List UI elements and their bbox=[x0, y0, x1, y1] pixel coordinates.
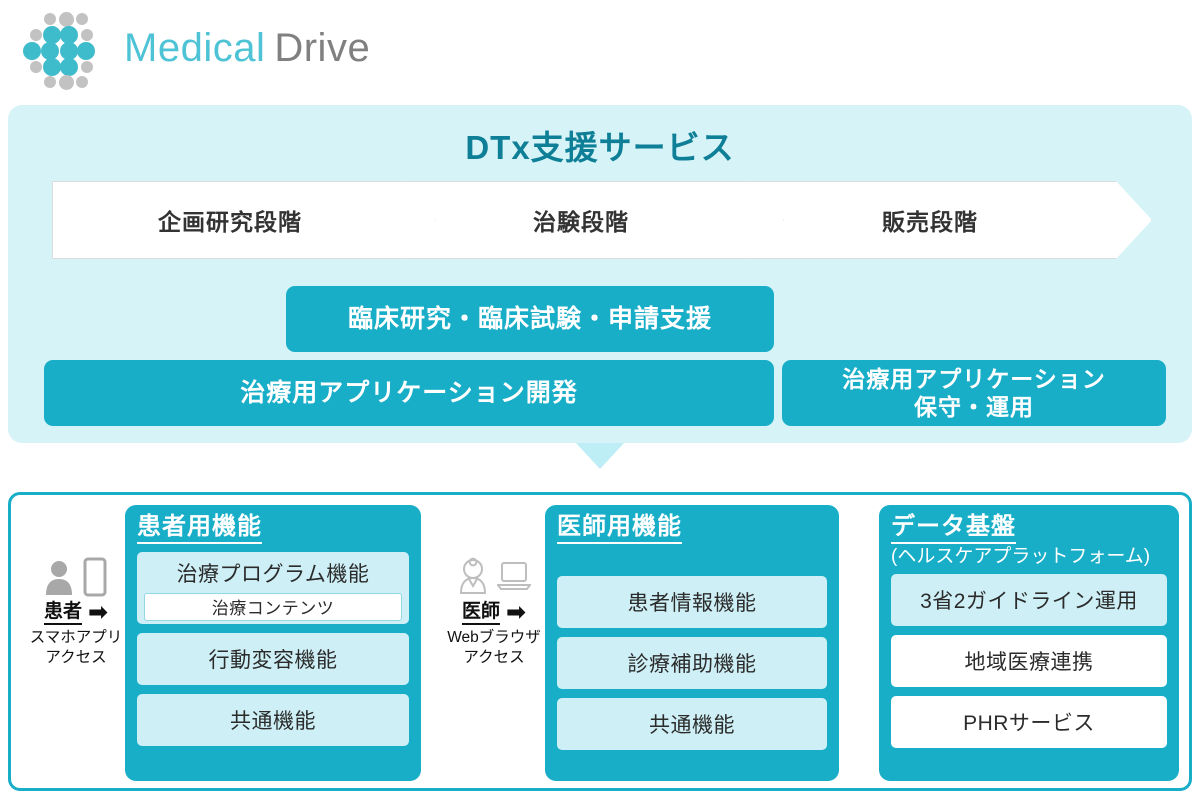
logo-word-primary: Medical bbox=[124, 25, 266, 70]
actor-doctor-role-row: 医師 ➡ bbox=[435, 601, 553, 625]
logo-wordmark: Medical Drive bbox=[124, 26, 370, 71]
dtx-service-band: DTx支援サービス 企画研究段階 治験段階 販売段階 臨床研究・臨床試験・申請支… bbox=[8, 105, 1192, 443]
smartphone-icon bbox=[83, 557, 107, 597]
stage-flow: 企画研究段階 治験段階 販売段階 bbox=[52, 181, 1152, 259]
logo-dot-grid-icon bbox=[22, 8, 106, 90]
person-icon bbox=[46, 561, 72, 595]
actor-doctor-icons bbox=[435, 547, 553, 597]
group-data-items: 3省2ガイドライン運用 地域医療連携 PHRサービス bbox=[891, 573, 1167, 748]
laptop-icon bbox=[497, 562, 531, 590]
actor-patient-role: 患者 bbox=[43, 601, 82, 625]
service-box-maintenance[interactable]: 治療用アプリケーション 保守・運用 bbox=[782, 360, 1166, 426]
patient-item-nested-content[interactable]: 治療コンテンツ bbox=[144, 592, 402, 621]
list-item[interactable]: 行動変容機能 bbox=[137, 632, 409, 685]
patient-item-label-0: 治療プログラム機能 bbox=[176, 562, 370, 586]
actor-patient-access: スマホアプリ アクセス bbox=[29, 629, 123, 666]
logo-dot bbox=[23, 42, 41, 60]
actor-patient-icons bbox=[17, 547, 135, 597]
logo-dot bbox=[44, 13, 56, 25]
doctor-icon bbox=[459, 557, 487, 594]
stage-label-trial: 治験段階 bbox=[533, 209, 629, 235]
group-data-title: データ基盤 bbox=[891, 513, 1016, 544]
platform-panel: 患者 ➡ スマホアプリ アクセス 医師 ➡ Webブラウザ アクセス 患者用機能… bbox=[8, 492, 1192, 791]
group-doctor-title: 医師用機能 bbox=[557, 513, 682, 544]
logo-dot bbox=[30, 61, 42, 73]
actor-doctor: 医師 ➡ Webブラウザ アクセス bbox=[435, 547, 553, 667]
logo-dot bbox=[81, 61, 93, 73]
logo-dot bbox=[58, 11, 74, 27]
logo-dot bbox=[43, 58, 61, 76]
service-box-development[interactable]: 治療用アプリケーション開発 bbox=[44, 360, 774, 426]
group-patient-title: 患者用機能 bbox=[137, 513, 262, 544]
brand-logo: Medical Drive bbox=[22, 8, 370, 90]
flow-down-arrow-icon bbox=[576, 443, 624, 469]
list-item[interactable]: 共通機能 bbox=[137, 693, 409, 746]
logo-dot bbox=[76, 76, 88, 88]
logo-dot bbox=[60, 58, 78, 76]
logo-dot bbox=[30, 29, 42, 41]
logo-word-secondary: Drive bbox=[274, 25, 371, 70]
list-item[interactable]: 患者情報機能 bbox=[557, 575, 827, 628]
group-patient-items: 治療プログラム機能 治療コンテンツ 行動変容機能 共通機能 bbox=[137, 551, 409, 746]
stage-label-sales: 販売段階 bbox=[882, 209, 978, 235]
group-doctor-items: 患者情報機能 診療補助機能 共通機能 bbox=[557, 575, 827, 750]
logo-dot bbox=[81, 29, 93, 41]
stage-chevron-planning[interactable]: 企画研究段階 bbox=[52, 181, 436, 259]
list-item[interactable]: 3省2ガイドライン運用 bbox=[891, 573, 1167, 626]
actor-doctor-access: Webブラウザ アクセス bbox=[447, 629, 541, 666]
list-item[interactable]: 地域医療連携 bbox=[891, 634, 1167, 687]
logo-dot bbox=[76, 13, 88, 25]
service-box-maintenance-label: 治療用アプリケーション 保守・運用 bbox=[842, 365, 1106, 420]
stage-label-planning: 企画研究段階 bbox=[158, 209, 302, 235]
actor-patient: 患者 ➡ スマホアプリ アクセス bbox=[17, 547, 135, 667]
band-title: DTx支援サービス bbox=[465, 129, 735, 166]
list-item[interactable]: 共通機能 bbox=[557, 697, 827, 750]
group-doctor-functions: 医師用機能 患者情報機能 診療補助機能 共通機能 bbox=[545, 505, 839, 781]
patient-arrow-icon: ➡ bbox=[87, 599, 109, 626]
actor-patient-role-row: 患者 ➡ bbox=[17, 601, 135, 625]
group-patient-functions: 患者用機能 治療プログラム機能 治療コンテンツ 行動変容機能 共通機能 bbox=[125, 505, 421, 781]
logo-dot bbox=[58, 74, 74, 90]
diagram-page: Medical Drive DTx支援サービス 企画研究段階 治験段階 販売段階 … bbox=[0, 0, 1200, 799]
group-data-subtitle: (ヘルスケアプラットフォーム) bbox=[891, 545, 1151, 567]
group-data-platform: データ基盤 (ヘルスケアプラットフォーム) 3省2ガイドライン運用 地域医療連携… bbox=[879, 505, 1179, 781]
logo-dot bbox=[44, 76, 56, 88]
list-item[interactable]: 治療プログラム機能 治療コンテンツ bbox=[137, 551, 409, 624]
logo-dot bbox=[77, 42, 95, 60]
actor-doctor-role: 医師 bbox=[461, 601, 500, 625]
list-item[interactable]: PHRサービス bbox=[891, 695, 1167, 748]
doctor-arrow-icon: ➡ bbox=[505, 599, 527, 626]
list-item[interactable]: 診療補助機能 bbox=[557, 636, 827, 689]
service-box-support[interactable]: 臨床研究・臨床試験・申請支援 bbox=[286, 286, 774, 352]
stage-chevron-trial[interactable]: 治験段階 bbox=[400, 181, 784, 259]
stage-chevron-sales[interactable]: 販売段階 bbox=[748, 181, 1152, 259]
